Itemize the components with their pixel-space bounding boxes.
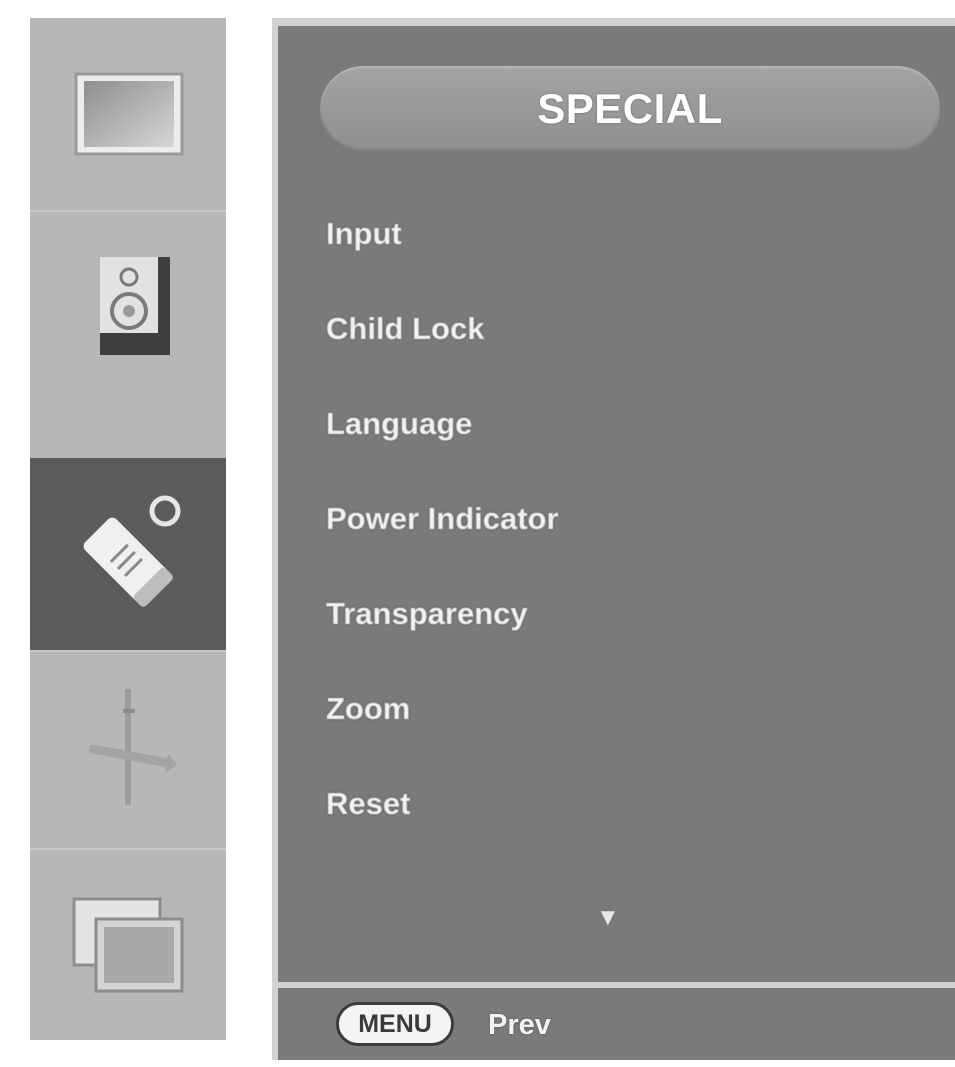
menu-item-label: Language xyxy=(326,406,473,441)
sidebar-tab-sound[interactable] xyxy=(30,210,226,402)
menu-item-label: Zoom xyxy=(326,691,411,726)
picture-icon xyxy=(74,72,184,156)
page-title: SPECIAL xyxy=(537,85,723,132)
menu-item-zoom[interactable]: Zoom xyxy=(326,679,559,774)
menu-item-child-lock[interactable]: Child Lock xyxy=(326,299,559,394)
category-sidebar xyxy=(30,18,226,1040)
tag-icon xyxy=(83,495,181,607)
osd-menu-panel: SPECIAL Input Child Lock Language Power … xyxy=(272,18,955,1060)
menu-key-button[interactable]: MENU xyxy=(336,1002,454,1046)
menu-item-power-indicator[interactable]: Power Indicator xyxy=(326,489,559,584)
speaker-icon xyxy=(100,257,170,355)
menu-item-input[interactable]: Input xyxy=(326,204,559,299)
menu-title-bar: SPECIAL xyxy=(320,66,940,152)
menu-item-label: Child Lock xyxy=(326,311,485,346)
screen-adjust-icon xyxy=(88,689,177,805)
menu-item-label: Reset xyxy=(326,786,411,821)
menu-item-label: Transparency xyxy=(326,596,528,631)
pip-icon xyxy=(72,897,184,993)
menu-item-label: Power Indicator xyxy=(326,501,559,536)
menu-item-label: Input xyxy=(326,216,402,251)
menu-item-transparency[interactable]: Transparency xyxy=(326,584,559,679)
menu-item-language[interactable]: Language xyxy=(326,394,559,489)
sidebar-tab-picture[interactable] xyxy=(30,18,226,210)
footer-hint: Prev xyxy=(488,1009,551,1041)
sidebar-tab-setup[interactable] xyxy=(30,848,226,1040)
sidebar-tab-screen[interactable] xyxy=(30,650,226,842)
menu-footer: MENU Prev xyxy=(278,982,955,1060)
menu-list: Input Child Lock Language Power Indicato… xyxy=(326,204,559,869)
sidebar-tab-special[interactable] xyxy=(30,458,226,650)
menu-item-reset[interactable]: Reset xyxy=(326,774,559,869)
scroll-down-icon[interactable]: ▼ xyxy=(596,906,620,930)
